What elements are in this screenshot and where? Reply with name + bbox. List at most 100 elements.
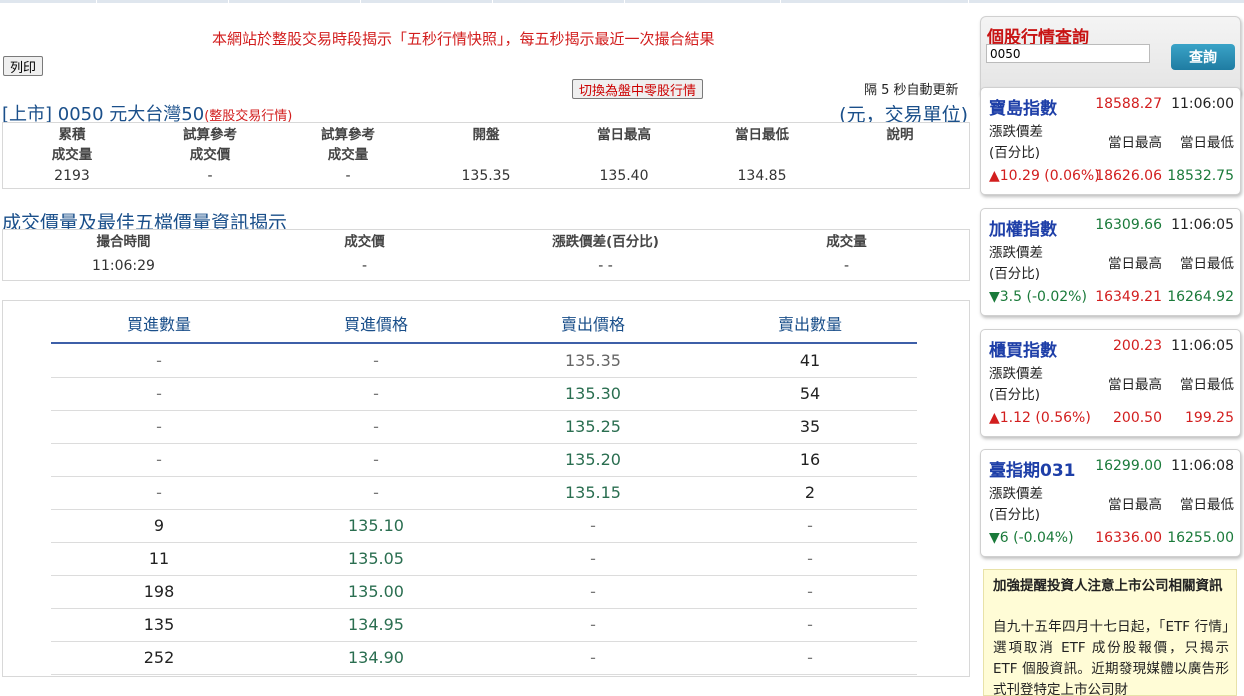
index-card-formosa[interactable]: 寶島指數 18588.27 11:06:00 漲跌價差 (百分比) 當日最高 當… xyxy=(980,87,1241,195)
summary-table: 累積 成交量 試算參考 成交價 試算參考 成交量 開盤 當日最高 當日最低 說明… xyxy=(2,122,970,189)
index-price: 16299.00 xyxy=(1095,458,1162,474)
ask-price: - xyxy=(590,648,596,667)
trade-header: 成交價 xyxy=(344,234,385,250)
ask-price: 135.25 xyxy=(565,417,621,436)
switch-odd-lot-button[interactable]: 切換為盤中零股行情 xyxy=(572,79,704,99)
low-label: 當日最低 xyxy=(1180,497,1234,513)
index-low: 16255.00 xyxy=(1167,530,1234,546)
trade-header: 撮合時間 xyxy=(96,234,151,250)
bid-price: - xyxy=(373,450,379,469)
bid-price: 134.95 xyxy=(348,615,404,634)
index-low: 199.25 xyxy=(1185,410,1234,426)
summary-value-ref-price: - xyxy=(207,168,213,184)
ask-qty: 41 xyxy=(799,351,821,370)
index-card-taiex[interactable]: 加權指數 16309.66 11:06:05 漲跌價差 (百分比) 當日最高 當… xyxy=(980,208,1241,316)
investor-alert-box: 加強提醒投資人注意上市公司相關資訊 自九十五年四月十七日起，「ETF 行情」選項… xyxy=(983,569,1237,696)
change-label: 漲跌價差 xyxy=(989,124,1043,140)
trade-col-volume: 成交量 xyxy=(726,232,967,252)
low-label: 當日最低 xyxy=(1180,377,1234,393)
ask-price: 135.20 xyxy=(565,450,621,469)
bid-qty: 135 xyxy=(143,615,175,634)
index-card-futures[interactable]: 臺指期031 16299.00 11:06:08 漲跌價差 (百分比) 當日最高… xyxy=(980,449,1241,557)
ask-price: 135.35 xyxy=(565,351,621,370)
ask-qty: - xyxy=(807,648,813,667)
auto-refresh-text: 隔 5 秒自動更新 xyxy=(864,83,959,98)
trade-header: 成交量 xyxy=(826,234,867,250)
bid-qty: 11 xyxy=(148,549,170,568)
index-high: 16336.00 xyxy=(1095,530,1162,546)
header-ask-qty: 賣出數量 xyxy=(777,315,842,334)
snapshot-notice: 本網站於整股交易時段揭示「五秒行情快照」，每五秒揭示最近一次撮合結果 xyxy=(212,30,715,48)
index-low: 18532.75 xyxy=(1167,168,1234,184)
high-label: 當日最高 xyxy=(1108,497,1162,513)
bid-qty: - xyxy=(156,450,162,469)
low-label: 當日最低 xyxy=(1180,135,1234,151)
bid-price: - xyxy=(373,351,379,370)
summary-col-note: 說明 xyxy=(831,125,969,145)
table-row: 11 135.05 - - xyxy=(51,542,917,576)
summary-value-volume: 2193 xyxy=(54,168,90,184)
index-high: 18626.06 xyxy=(1095,168,1162,184)
index-change: ▼6 (-0.04%) xyxy=(989,530,1074,546)
ask-qty: 54 xyxy=(799,384,821,403)
print-button[interactable]: 列印 xyxy=(3,56,43,76)
top-nav-strip xyxy=(0,0,1244,3)
alert-title: 加強提醒投資人注意上市公司相關資訊 xyxy=(993,578,1223,594)
summary-header: 累積 xyxy=(58,127,86,143)
summary-value-high: 135.40 xyxy=(599,168,649,184)
summary-col-open: 開盤 xyxy=(417,125,555,145)
header-ask-price: 賣出價格 xyxy=(560,315,625,334)
table-row: - - 135.15 2 xyxy=(51,476,917,510)
trade-col-time: 撮合時間 xyxy=(3,232,244,252)
ask-qty: - xyxy=(807,516,813,535)
ask-price: 135.15 xyxy=(565,483,621,502)
trade-col-price: 成交價 xyxy=(244,232,485,252)
percent-label: (百分比) xyxy=(989,507,1041,523)
index-card-tpex[interactable]: 櫃買指數 200.23 11:06:05 漲跌價差 (百分比) 當日最高 當日最… xyxy=(980,329,1241,437)
summary-value-ref-volume: - xyxy=(345,168,351,184)
table-row: 135 134.95 - - xyxy=(51,608,917,642)
index-time: 11:06:00 xyxy=(1171,96,1234,112)
index-price: 18588.27 xyxy=(1095,96,1162,112)
index-price: 200.23 xyxy=(1113,338,1162,354)
index-name: 加權指數 xyxy=(989,220,1057,240)
summary-header: 試算參考 xyxy=(321,127,375,143)
trade-value-volume: - xyxy=(843,258,850,274)
stock-code-input[interactable] xyxy=(986,44,1150,63)
table-row: - - 135.25 35 xyxy=(51,410,917,444)
summary-col-volume: 累積 成交量 xyxy=(3,125,141,165)
bid-qty: - xyxy=(156,417,162,436)
trade-value-price: - xyxy=(361,258,368,274)
stock-query-panel: 個股行情查詢 查詢 xyxy=(980,16,1241,97)
high-label: 當日最高 xyxy=(1108,256,1162,272)
table-row: 252 134.90 - - xyxy=(51,641,917,675)
high-label: 當日最高 xyxy=(1108,135,1162,151)
summary-col-ref-price: 試算參考 成交價 xyxy=(141,125,279,165)
table-row: - - 135.35 41 xyxy=(51,344,917,378)
ask-price: - xyxy=(590,549,596,568)
header-bid-price: 買進價格 xyxy=(343,315,408,334)
summary-value-open: 135.35 xyxy=(461,168,511,184)
percent-label: (百分比) xyxy=(989,145,1041,161)
summary-col-ref-volume: 試算參考 成交量 xyxy=(279,125,417,165)
summary-header: 開盤 xyxy=(472,127,500,143)
bid-price: - xyxy=(373,417,379,436)
table-row: - - 135.30 54 xyxy=(51,377,917,411)
trade-col-change: 漲跌價差(百分比) xyxy=(485,232,726,252)
summary-header: 當日最低 xyxy=(735,127,789,143)
bid-qty: 198 xyxy=(143,582,175,601)
ask-qty: 2 xyxy=(804,483,816,502)
percent-label: (百分比) xyxy=(989,387,1041,403)
summary-col-low: 當日最低 xyxy=(693,125,831,145)
ask-qty: 16 xyxy=(799,450,821,469)
ask-price: - xyxy=(590,582,596,601)
summary-header: 成交價 xyxy=(189,147,231,163)
ask-qty: - xyxy=(807,549,813,568)
trade-value-change: - - xyxy=(598,258,613,274)
query-button[interactable]: 查詢 xyxy=(1171,44,1235,70)
ask-qty: 35 xyxy=(799,417,821,436)
bid-qty: 9 xyxy=(153,516,165,535)
ask-qty: - xyxy=(807,582,813,601)
summary-header: 成交量 xyxy=(327,147,369,163)
index-change: ▲1.12 (0.56%) xyxy=(989,410,1091,426)
